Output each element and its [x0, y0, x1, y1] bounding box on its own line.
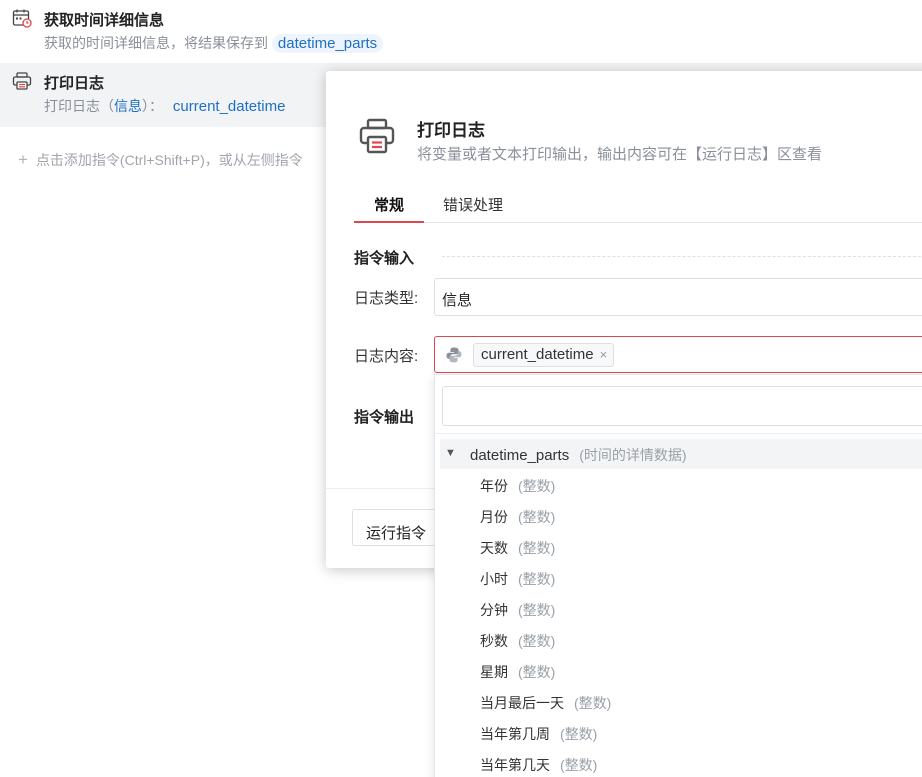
variable-item-type: (整数)	[518, 540, 556, 556]
variable-item[interactable]: 星期 (整数)	[480, 662, 555, 682]
log-type-link[interactable]: 信息	[114, 98, 142, 114]
log-content-label: 日志内容:	[354, 348, 419, 365]
group-name: datetime_parts	[470, 447, 570, 464]
variable-item-name: 星期	[480, 664, 508, 680]
variable-item-name: 当月最后一天	[480, 695, 564, 711]
step-description: 获取的时间详细信息，将结果保存到 datetime_parts	[44, 33, 384, 53]
plus-icon: +	[18, 150, 28, 169]
variable-item-type: (整数)	[518, 509, 556, 525]
close-icon[interactable]: ×	[600, 347, 608, 362]
variable-item-type: (整数)	[560, 726, 598, 742]
variable-item-type: (整数)	[518, 478, 556, 494]
variable-item-type: (整数)	[560, 757, 598, 773]
add-hint-text: 点击添加指令(Ctrl+Shift+P)，或从左侧指令	[35, 152, 303, 168]
variable-item-type: (整数)	[574, 695, 612, 711]
section-output-title: 指令输出	[354, 409, 415, 426]
variable-item-name: 年份	[480, 478, 508, 494]
printer-icon	[12, 72, 32, 90]
variable-item[interactable]: 月份 (整数)	[480, 507, 555, 527]
variable-item-name: 秒数	[480, 633, 508, 649]
log-type-select[interactable]: 信息	[434, 278, 922, 316]
group-type: (时间的详情数据)	[579, 447, 687, 463]
variable-item[interactable]: 当年第几周 (整数)	[480, 724, 597, 744]
variable-link[interactable]: current_datetime	[173, 98, 286, 115]
dropdown-divider	[435, 433, 922, 434]
tab-error-handling[interactable]: 错误处理	[443, 194, 503, 223]
step-desc-text: 打印日志（	[44, 98, 114, 114]
variable-item-name: 天数	[480, 540, 508, 556]
variable-item-type: (整数)	[518, 664, 556, 680]
log-content-input[interactable]: current_datetime ×	[434, 336, 922, 373]
add-command-hint[interactable]: + 点击添加指令(Ctrl+Shift+P)，或从左侧指令	[18, 150, 303, 170]
printer-icon	[359, 118, 395, 154]
step-title: 获取时间详细信息	[44, 12, 165, 29]
variable-item[interactable]: 当年第几天 (整数)	[480, 755, 597, 775]
variable-item-type: (整数)	[518, 633, 556, 649]
dialog-subtitle: 将变量或者文本打印输出，输出内容可在【运行日志】区查看	[417, 146, 823, 163]
variable-item-type: (整数)	[518, 571, 556, 587]
variable-group-datetime-parts[interactable]: ▼ datetime_parts (时间的详情数据)	[440, 439, 922, 469]
python-icon	[446, 347, 462, 363]
group-label: datetime_parts (时间的详情数据)	[470, 445, 687, 465]
tab-general[interactable]: 常规	[354, 194, 424, 223]
step-description: 打印日志（信息）： current_datetime	[44, 96, 285, 116]
dialog-title: 打印日志	[417, 121, 485, 140]
variable-item[interactable]: 小时 (整数)	[480, 569, 555, 589]
log-type-label: 日志类型:	[354, 290, 419, 307]
variable-item-name: 分钟	[480, 602, 508, 618]
variable-item[interactable]: 分钟 (整数)	[480, 600, 555, 620]
variable-item-name: 当年第几天	[480, 757, 550, 773]
step-title: 打印日志	[44, 75, 105, 92]
caret-down-icon[interactable]: ▼	[445, 447, 456, 459]
section-input-title: 指令输入	[354, 250, 415, 267]
step-desc-text: 获取的时间详细信息，将结果保存到	[44, 35, 268, 51]
app-root: 获取时间详细信息 获取的时间详细信息，将结果保存到 datetime_parts…	[0, 0, 922, 777]
dialog-tabs: 常规 错误处理	[354, 184, 922, 223]
variable-chip[interactable]: datetime_parts	[271, 34, 384, 53]
variable-item[interactable]: 当月最后一天 (整数)	[480, 693, 611, 713]
variable-item-name: 小时	[480, 571, 508, 587]
content-variable-chip[interactable]: current_datetime ×	[473, 343, 615, 367]
variable-dropdown: ▼ datetime_parts (时间的详情数据) 年份 (整数) 月份 (整数) 天数…	[434, 374, 922, 777]
flow-step-get-datetime[interactable]: 获取时间详细信息 获取的时间详细信息，将结果保存到 datetime_parts	[0, 0, 922, 63]
step-desc-text: ）：	[142, 98, 163, 114]
section-divider	[442, 256, 922, 257]
variable-item-type: (整数)	[518, 602, 556, 618]
variable-item-name: 月份	[480, 509, 508, 525]
variable-item[interactable]: 年份 (整数)	[480, 476, 555, 496]
variable-item[interactable]: 天数 (整数)	[480, 538, 555, 558]
log-type-value: 信息	[442, 292, 473, 309]
variable-item[interactable]: 秒数 (整数)	[480, 631, 555, 651]
variable-search-input[interactable]	[442, 386, 922, 426]
variable-item-name: 当年第几周	[480, 726, 550, 742]
chip-label: current_datetime	[481, 346, 594, 363]
calendar-clock-icon	[12, 9, 32, 28]
